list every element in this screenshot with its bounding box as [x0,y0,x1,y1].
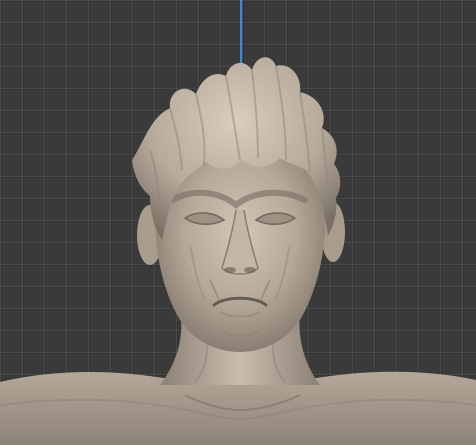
sculpted-head-model[interactable] [0,0,476,445]
3d-viewport[interactable] [0,0,476,445]
